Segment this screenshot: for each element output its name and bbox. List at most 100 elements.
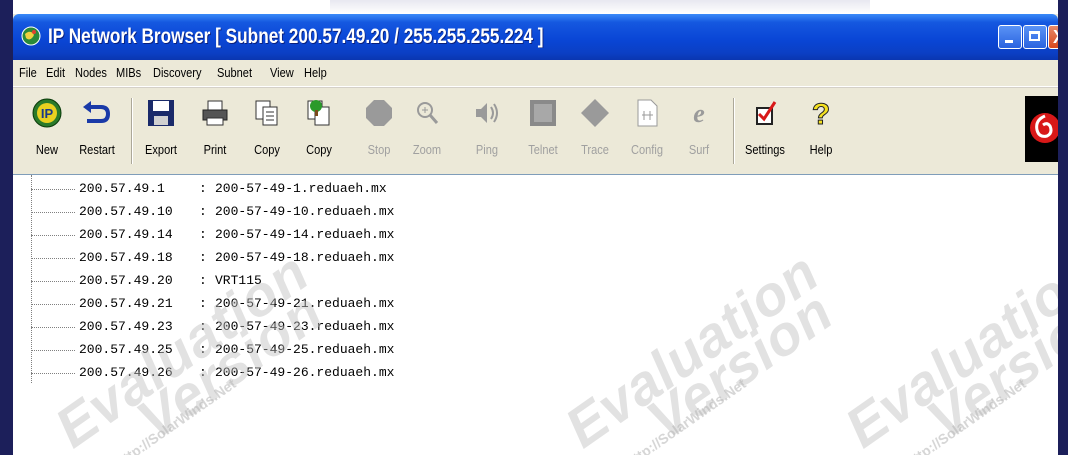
- toolbar-label: Surf: [688, 142, 710, 157]
- menu-subnet[interactable]: Subnet: [217, 60, 252, 86]
- zoom-icon: [410, 96, 444, 130]
- tree-branch-line: [31, 212, 75, 213]
- tree-node-row[interactable]: 200.57.49.14:200-57-49-14.reduaeh.mx: [13, 224, 613, 246]
- node-ip: 200.57.49.25: [79, 342, 173, 357]
- node-ip: 200.57.49.26: [79, 365, 173, 380]
- node-ip: 200.57.49.14: [79, 227, 173, 242]
- settings-button[interactable]: Settings: [743, 92, 787, 172]
- surf-button[interactable]: e Surf: [677, 92, 721, 172]
- close-button[interactable]: X: [1048, 25, 1058, 49]
- node-separator: :: [199, 181, 207, 196]
- maximize-button[interactable]: [1023, 25, 1047, 49]
- desktop-background-left: [0, 0, 13, 455]
- toolbar-label: New: [35, 142, 59, 157]
- printer-icon: [198, 96, 232, 130]
- toolbar-label: Trace: [581, 142, 609, 157]
- config-button[interactable]: Config: [625, 92, 669, 172]
- node-hostname: 200-57-49-14.reduaeh.mx: [215, 227, 395, 242]
- node-ip: 200.57.49.21: [79, 296, 173, 311]
- window-title: IP Network Browser [ Subnet 200.57.49.20…: [48, 25, 544, 48]
- telnet-button[interactable]: Telnet: [521, 92, 565, 172]
- watermark-url: http://SolarWinds.Net: [623, 375, 749, 455]
- node-hostname: VRT115: [215, 273, 262, 288]
- menu-view[interactable]: View: [270, 60, 294, 86]
- toolbar-label: Copy: [306, 142, 332, 157]
- copy-pages-icon: [250, 96, 284, 130]
- node-ip: 200.57.49.1: [79, 181, 165, 196]
- node-ip: 200.57.49.20: [79, 273, 173, 288]
- menu-edit[interactable]: Edit: [46, 60, 65, 86]
- copy-tree-icon: [302, 96, 336, 130]
- toolbar-label: Print: [203, 142, 227, 157]
- toolbar-label: Ping: [475, 142, 499, 157]
- menu-bar: File Edit Nodes MIBs Discovery Subnet Vi…: [13, 60, 1058, 87]
- copy-button[interactable]: Copy: [245, 92, 289, 172]
- toolbar-separator: [131, 98, 133, 164]
- svg-text:?: ?: [812, 98, 830, 128]
- tree-branch-line: [31, 235, 75, 236]
- menu-discovery[interactable]: Discovery: [153, 60, 202, 86]
- node-hostname: 200-57-49-25.reduaeh.mx: [215, 342, 395, 357]
- node-separator: :: [199, 365, 207, 380]
- menu-file[interactable]: File: [19, 60, 37, 86]
- restart-button[interactable]: Restart: [75, 92, 119, 172]
- ip-icon: IP: [30, 96, 64, 130]
- node-separator: :: [199, 342, 207, 357]
- copy-tree-button[interactable]: Copy: [297, 92, 341, 172]
- menu-help[interactable]: Help: [304, 60, 327, 86]
- terminal-icon: [526, 96, 560, 130]
- tree-branch-line: [31, 189, 75, 190]
- toolbar-label: Copy: [254, 142, 280, 157]
- node-hostname: 200-57-49-23.reduaeh.mx: [215, 319, 395, 334]
- tree-branch-line: [31, 281, 75, 282]
- menu-nodes[interactable]: Nodes: [75, 60, 107, 86]
- minimize-button[interactable]: [998, 25, 1022, 49]
- toolbar-label: Zoom: [412, 142, 442, 157]
- tree-node-row[interactable]: 200.57.49.23:200-57-49-23.reduaeh.mx: [13, 316, 613, 338]
- desktop-background-right: [1058, 0, 1068, 455]
- app-globe-icon[interactable]: [21, 26, 41, 46]
- tree-node-row[interactable]: 200.57.49.25:200-57-49-25.reduaeh.mx: [13, 339, 613, 361]
- config-doc-icon: [630, 96, 664, 130]
- menu-mibs[interactable]: MIBs: [116, 60, 141, 86]
- tree-branch-line: [31, 373, 75, 374]
- node-hostname: 200-57-49-1.reduaeh.mx: [215, 181, 387, 196]
- toolbar-label: Settings: [745, 142, 785, 157]
- tree-node-row[interactable]: 200.57.49.26:200-57-49-26.reduaeh.mx: [13, 362, 613, 384]
- node-separator: :: [199, 319, 207, 334]
- trace-button[interactable]: Trace: [573, 92, 617, 172]
- ping-button[interactable]: Ping: [465, 92, 509, 172]
- watermark-url: http://SolarWinds.Net: [903, 375, 1029, 455]
- export-button[interactable]: Export: [139, 92, 183, 172]
- node-hostname: 200-57-49-26.reduaeh.mx: [215, 365, 395, 380]
- new-button[interactable]: IP New: [25, 92, 69, 172]
- title-bar[interactable]: IP Network Browser [ Subnet 200.57.49.20…: [13, 14, 1058, 60]
- tree-node-row[interactable]: 200.57.49.1:200-57-49-1.reduaeh.mx: [13, 178, 613, 200]
- zoom-button[interactable]: Zoom: [405, 92, 449, 172]
- settings-checklist-icon: [748, 96, 782, 130]
- node-tree[interactable]: 200.57.49.1:200-57-49-1.reduaeh.mx 200.57…: [13, 174, 1058, 455]
- node-ip: 200.57.49.23: [79, 319, 173, 334]
- solarwinds-logo: [1025, 96, 1058, 162]
- tree-node-row[interactable]: 200.57.49.10:200-57-49-10.reduaeh.mx: [13, 201, 613, 223]
- diamond-icon: [578, 96, 612, 130]
- help-button[interactable]: ? Help: [799, 92, 843, 172]
- tree-branch-line: [31, 304, 75, 305]
- speaker-icon: [470, 96, 504, 130]
- svg-text:IP: IP: [41, 106, 54, 121]
- node-separator: :: [199, 250, 207, 265]
- tree-node-row[interactable]: 200.57.49.20: VRT115: [13, 270, 613, 292]
- tree-node-row[interactable]: 200.57.49.21:200-57-49-21.reduaeh.mx: [13, 293, 613, 315]
- tree-branch-line: [31, 258, 75, 259]
- app-window: IP Network Browser [ Subnet 200.57.49.20…: [13, 14, 1058, 455]
- print-button[interactable]: Print: [193, 92, 237, 172]
- floppy-disk-icon: [144, 96, 178, 130]
- tree-node-row[interactable]: 200.57.49.18:200-57-49-18.reduaeh.mx: [13, 247, 613, 269]
- browser-e-icon: e: [682, 96, 716, 130]
- stop-icon: [362, 96, 396, 130]
- toolbar-label: Config: [631, 142, 663, 157]
- node-ip: 200.57.49.10: [79, 204, 173, 219]
- question-mark-icon: ?: [804, 96, 838, 130]
- stop-button[interactable]: Stop: [357, 92, 401, 172]
- node-ip: 200.57.49.18: [79, 250, 173, 265]
